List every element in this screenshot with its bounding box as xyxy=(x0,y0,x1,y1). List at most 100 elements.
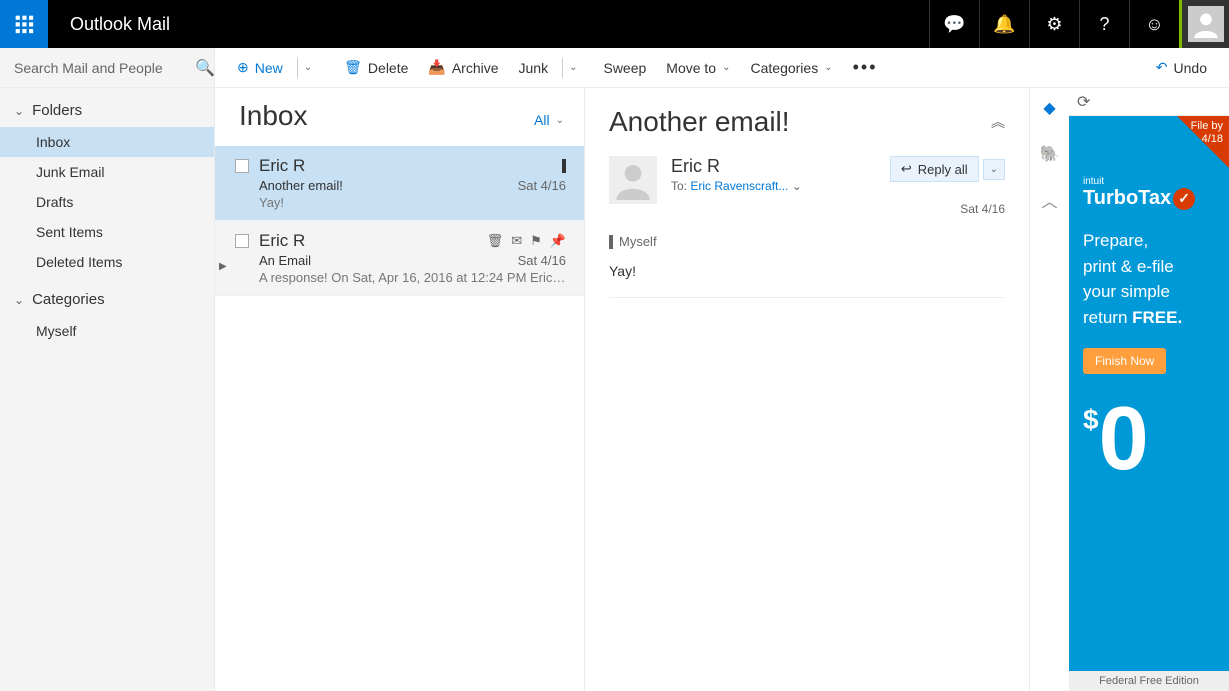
reading-subject: Another email! xyxy=(609,106,1005,138)
help-icon: ? xyxy=(1099,14,1109,35)
more-button[interactable]: ••• xyxy=(845,53,886,82)
archive-icon: 📥 xyxy=(428,59,445,76)
folder-sent[interactable]: Sent Items xyxy=(0,217,214,247)
expand-caret-icon[interactable]: ▶ xyxy=(219,261,227,272)
chevron-down-icon: ⌄ xyxy=(722,62,730,73)
command-bar: ⊕ New ⌄ 🗑 Delete 📥 Archive Junk ⌄ Sweep xyxy=(215,48,1229,88)
ad-pane: ⟳ File by 4/18 intuit TurboTax ✓ Prepare… xyxy=(1069,88,1229,691)
new-button[interactable]: ⊕ New xyxy=(229,55,291,80)
reading-pane: ︽ Another email! Eric R To: Eric Ravensc… xyxy=(585,88,1029,691)
category-bar-icon xyxy=(609,235,613,249)
message-item[interactable]: Eric R Another email! Sat 4/16 Yay! xyxy=(215,146,584,221)
search-icon[interactable]: 🔍 xyxy=(195,58,215,78)
flag-icon[interactable]: ⚑ xyxy=(530,233,542,249)
move-button[interactable]: Move to ⌄ xyxy=(658,56,738,80)
category-myself[interactable]: Myself xyxy=(0,316,214,346)
addins-button[interactable]: ◆ xyxy=(1036,94,1064,122)
expand-recipients-icon[interactable]: ⌄ xyxy=(792,179,802,193)
reading-category[interactable]: Myself xyxy=(609,234,1005,249)
message-quick-actions: 🗑 ✉ ⚑ 📌 xyxy=(487,233,566,249)
chevron-down-icon: ⌄ xyxy=(824,62,832,73)
feedback-button[interactable]: ☺ xyxy=(1129,0,1179,48)
folder-title: Inbox xyxy=(239,100,534,132)
collapse-button[interactable]: ︽ xyxy=(991,112,1005,132)
checkmark-icon: ✓ xyxy=(1173,188,1195,210)
chevron-down-icon: ⌄ xyxy=(14,293,24,307)
message-preview: Yay! xyxy=(235,195,566,210)
trash-icon: 🗑 xyxy=(344,59,362,76)
junk-dropdown[interactable]: ⌄ xyxy=(569,62,577,73)
gear-icon: ⚙ xyxy=(1046,14,1062,35)
sender-avatar xyxy=(609,156,657,204)
undo-button[interactable]: ↶ Undo xyxy=(1148,55,1215,80)
folder-drafts[interactable]: Drafts xyxy=(0,187,214,217)
message-item[interactable]: ▶ Eric R 🗑 ✉ ⚑ 📌 An Email Sat 4/16 xyxy=(215,221,584,296)
left-nav: 🔍 ⌄ Folders Inbox Junk Email Drafts Sent… xyxy=(0,48,215,691)
message-from: Eric R xyxy=(259,156,562,176)
notifications-button[interactable]: 🔔 xyxy=(979,0,1029,48)
ad-cta-button[interactable]: Finish Now xyxy=(1083,348,1166,374)
ad-refresh-button[interactable]: ⟳ xyxy=(1069,88,1229,116)
help-button[interactable]: ? xyxy=(1079,0,1129,48)
person-icon xyxy=(613,160,653,200)
app-title: Outlook Mail xyxy=(70,14,170,35)
message-date: Sat 4/16 xyxy=(518,178,566,193)
bell-icon: 🔔 xyxy=(993,14,1015,35)
search-input[interactable] xyxy=(14,60,195,76)
delete-button[interactable]: 🗑 Delete xyxy=(336,55,416,80)
skype-icon: 💬 xyxy=(943,14,965,35)
message-subject: Another email! xyxy=(259,178,518,193)
recipient-line: To: Eric Ravenscraft... ⌄ xyxy=(671,179,876,193)
categories-header[interactable]: ⌄ Categories xyxy=(0,283,214,316)
folders-label: Folders xyxy=(32,102,82,119)
message-from: Eric R xyxy=(259,231,487,251)
plus-icon: ⊕ xyxy=(237,59,249,76)
message-checkbox[interactable] xyxy=(235,234,249,248)
junk-button[interactable]: Junk xyxy=(511,56,557,80)
categories-button[interactable]: Categories ⌄ xyxy=(743,56,841,80)
pin-icon[interactable]: 📌 xyxy=(550,233,566,249)
message-list: Inbox All ⌄ Eric R Another email! Sat 4/ xyxy=(215,88,585,691)
reply-dropdown[interactable]: ⌄ xyxy=(983,159,1005,180)
addin-rail: ◆ 🐘 ︿ xyxy=(1029,88,1069,691)
account-button[interactable] xyxy=(1179,0,1229,48)
archive-button[interactable]: 📥 Archive xyxy=(420,55,506,80)
folder-inbox[interactable]: Inbox xyxy=(0,127,214,157)
message-subject: An Email xyxy=(259,253,518,268)
evernote-button[interactable]: 🐘 xyxy=(1036,140,1064,168)
sweep-button[interactable]: Sweep xyxy=(595,56,654,80)
category-indicator xyxy=(562,159,566,173)
folder-junk[interactable]: Junk Email xyxy=(0,157,214,187)
chevron-down-icon: ⌄ xyxy=(14,104,24,118)
reply-all-button[interactable]: ↩ Reply all xyxy=(890,156,979,182)
avatar-icon xyxy=(1188,6,1224,42)
categories-label: Categories xyxy=(32,291,105,308)
mark-read-icon[interactable]: ✉ xyxy=(511,233,522,249)
message-body: Yay! xyxy=(609,263,1005,298)
recipient-name[interactable]: Eric Ravenscraft... xyxy=(690,179,788,193)
search-row: 🔍 xyxy=(0,48,214,88)
filter-dropdown[interactable]: All ⌄ xyxy=(534,112,564,128)
skype-button[interactable]: 💬 xyxy=(929,0,979,48)
delete-icon[interactable]: 🗑 xyxy=(487,233,504,249)
folder-deleted[interactable]: Deleted Items xyxy=(0,247,214,277)
top-bar: Outlook Mail 💬 🔔 ⚙ ? ☺ xyxy=(0,0,1229,48)
ad-footer: Federal Free Edition xyxy=(1069,671,1229,691)
waffle-icon xyxy=(14,14,34,34)
chevron-down-icon: ⌄ xyxy=(556,115,564,126)
message-checkbox[interactable] xyxy=(235,159,249,173)
collapse-rail-button[interactable]: ︿ xyxy=(1036,186,1064,214)
chevron-up-icon: ︿ xyxy=(1041,188,1057,212)
sender-name: Eric R xyxy=(671,156,876,177)
message-date: Sat 4/16 xyxy=(518,253,566,268)
chevron-down-icon: ⌄ xyxy=(990,164,998,175)
app-launcher-button[interactable] xyxy=(0,0,48,48)
message-preview: A response! On Sat, Apr 16, 2016 at 12:2… xyxy=(235,270,566,285)
evernote-icon: 🐘 xyxy=(1040,144,1060,164)
settings-button[interactable]: ⚙ xyxy=(1029,0,1079,48)
folders-header[interactable]: ⌄ Folders xyxy=(0,94,214,127)
new-dropdown[interactable]: ⌄ xyxy=(304,62,312,73)
undo-icon: ↶ xyxy=(1156,59,1168,76)
reading-date: Sat 4/16 xyxy=(890,202,1005,216)
ad-content[interactable]: intuit TurboTax ✓ Prepare, print & e-fil… xyxy=(1069,116,1229,671)
